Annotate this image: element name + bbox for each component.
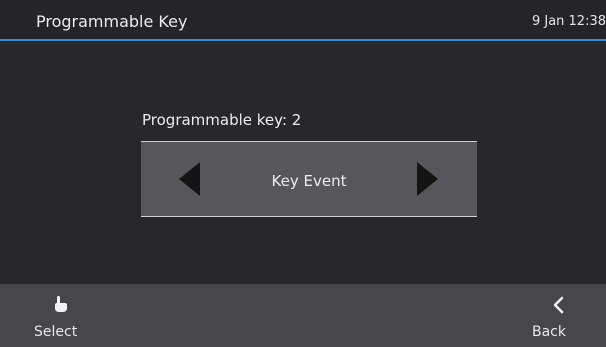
triangle-right-icon[interactable] bbox=[417, 162, 438, 196]
key-selector[interactable]: Key Event bbox=[141, 141, 477, 217]
field-label: Programmable key: 2 bbox=[142, 111, 302, 129]
chevron-left-icon bbox=[553, 296, 564, 314]
page-title: Programmable Key bbox=[36, 12, 188, 31]
back-softkey[interactable]: Back bbox=[516, 284, 606, 347]
softkey-bar: Select Back bbox=[0, 284, 606, 347]
hand-pointer-icon bbox=[55, 296, 67, 312]
title-bar: Programmable Key 9 Jan 12:38 bbox=[0, 0, 606, 41]
main-content: Programmable key: 2 Key Event bbox=[0, 41, 606, 284]
select-softkey[interactable]: Select bbox=[0, 284, 90, 347]
date-time: 9 Jan 12:38 bbox=[531, 14, 606, 29]
select-label: Select bbox=[34, 324, 78, 340]
back-label: Back bbox=[532, 324, 566, 340]
